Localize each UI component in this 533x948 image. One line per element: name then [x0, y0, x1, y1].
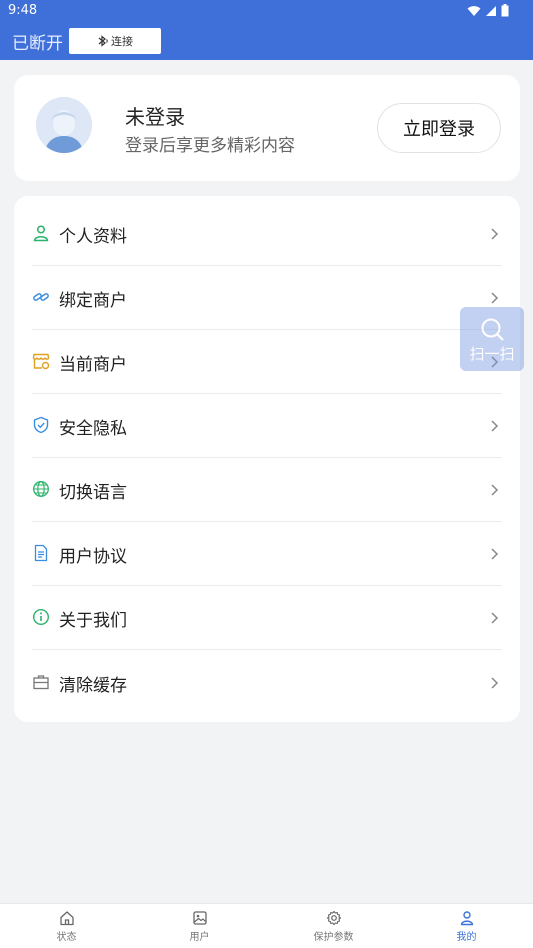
chevron-right-icon [491, 612, 499, 624]
scan-button[interactable]: 扫一扫 [460, 307, 524, 371]
status-bar: 9:48 [0, 0, 533, 22]
document-icon [34, 544, 48, 562]
menu-item-label: 关于我们 [59, 611, 127, 631]
menu-item-label: 绑定商户 [59, 291, 127, 311]
chevron-right-icon [491, 548, 499, 560]
menu-item-label: 安全隐私 [59, 419, 127, 439]
search-icon [481, 318, 504, 341]
profile-card: 未登录 登录后享更多精彩内容 立即登录 [14, 75, 520, 181]
tab-users[interactable]: 用户 [133, 904, 266, 948]
link-icon [33, 293, 49, 301]
divider [32, 649, 502, 650]
home-icon [59, 911, 74, 926]
top-bar: 已断开 连接 [0, 22, 533, 60]
profile-subtitle: 登录后享更多精彩内容 [125, 136, 295, 156]
tab-label: 用户 [189, 932, 210, 943]
connection-status: 已断开 [12, 34, 63, 54]
menu-item-label: 清除缓存 [59, 676, 127, 696]
menu-item-security[interactable]: 安全隐私 [32, 394, 502, 458]
battery-icon [501, 4, 509, 17]
scan-button-label: 扫一扫 [469, 345, 515, 363]
chevron-right-icon [491, 420, 499, 432]
gear-icon [326, 910, 341, 926]
briefcase-icon [33, 675, 49, 690]
chevron-right-icon [491, 228, 499, 240]
info-icon [32, 608, 50, 626]
menu-item-label: 切换语言 [59, 483, 127, 503]
globe-icon [33, 481, 49, 497]
tab-label: 保护参数 [313, 932, 354, 943]
menu-item-clear-cache[interactable]: 清除缓存 [32, 651, 502, 715]
store-icon [32, 353, 50, 370]
bluetooth-icon [98, 35, 108, 47]
menu-card: 个人资料 绑定商户 当前商户 安全隐私 切换语言 用户协议 关于我们 清除缓存 [14, 196, 520, 722]
default-avatar-icon [36, 97, 92, 153]
bottom-nav: 状态 用户 保护参数 我的 [0, 903, 533, 948]
tab-label: 我的 [456, 932, 477, 943]
tab-label: 状态 [56, 932, 77, 943]
menu-item-current-merchant[interactable]: 当前商户 [32, 330, 502, 394]
menu-item-label: 个人资料 [59, 227, 127, 247]
menu-item-label: 当前商户 [59, 355, 127, 375]
status-icons [467, 4, 509, 17]
tab-protection-params[interactable]: 保护参数 [267, 904, 400, 948]
chevron-right-icon [491, 484, 499, 496]
login-button[interactable]: 立即登录 [377, 103, 501, 153]
menu-item-language[interactable]: 切换语言 [32, 458, 502, 522]
person-icon [33, 225, 49, 242]
wifi-icon [467, 5, 481, 16]
person-icon [460, 911, 473, 926]
chevron-right-icon [491, 292, 499, 304]
menu-item-about[interactable]: 关于我们 [32, 586, 502, 650]
shield-icon [33, 416, 49, 434]
connect-button[interactable]: 连接 [69, 28, 161, 54]
profile-name: 未登录 [125, 105, 185, 129]
signal-icon [486, 5, 496, 16]
menu-item-label: 用户协议 [59, 547, 127, 567]
avatar[interactable] [36, 97, 92, 153]
chevron-right-icon [491, 677, 499, 689]
menu-item-bind-merchant[interactable]: 绑定商户 [32, 266, 502, 330]
menu-item-profile[interactable]: 个人资料 [32, 202, 502, 266]
image-icon [192, 911, 207, 925]
menu-item-user-agreement[interactable]: 用户协议 [32, 522, 502, 586]
connect-button-label: 连接 [111, 35, 133, 48]
tab-status[interactable]: 状态 [0, 904, 133, 948]
status-time: 9:48 [8, 3, 38, 18]
tab-mine[interactable]: 我的 [400, 904, 533, 948]
